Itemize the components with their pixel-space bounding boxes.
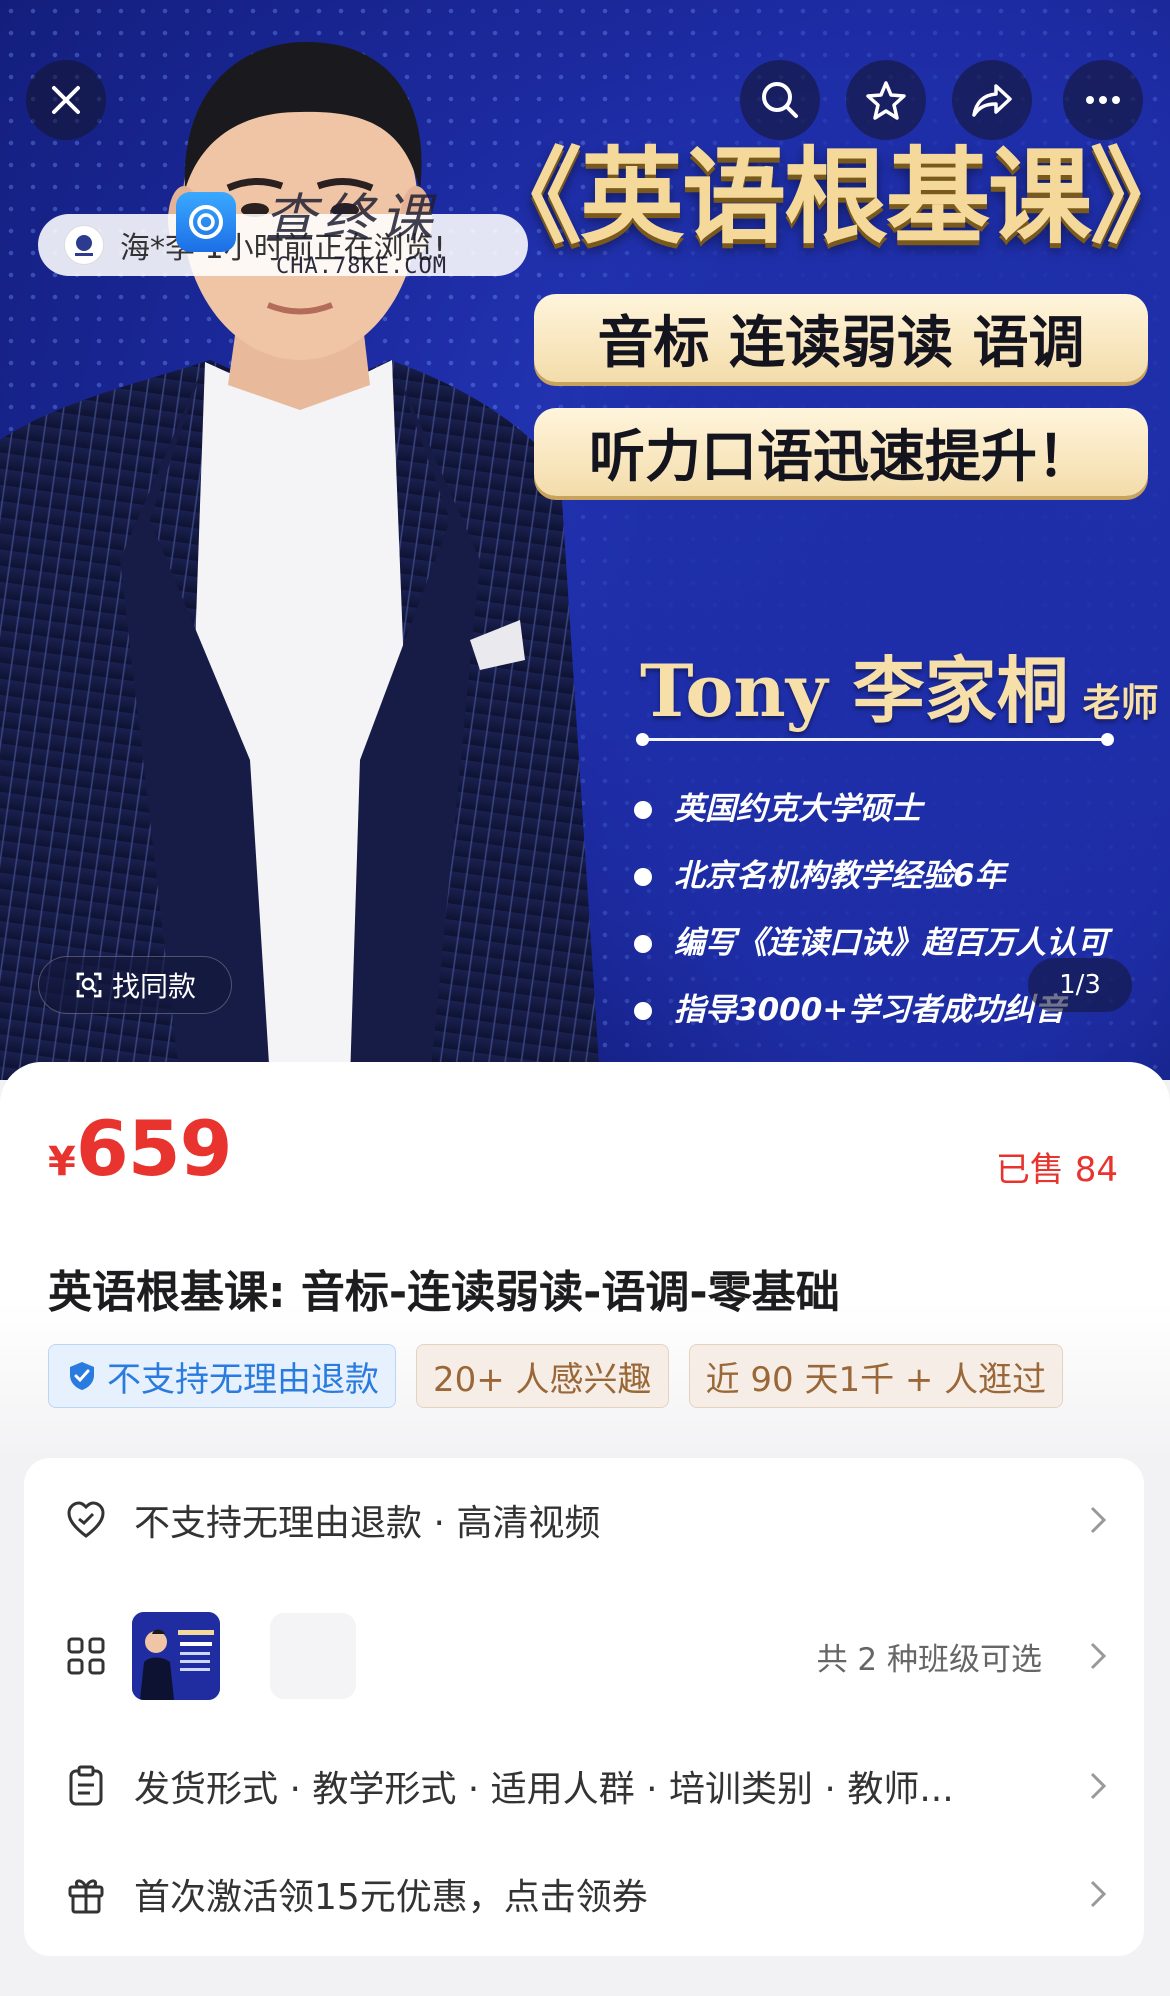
product-tags: 不支持无理由退款 20+ 人感兴趣 近 90 天1千 + 人逛过	[48, 1344, 1064, 1408]
product-title: 英语根基课: 音标-连读弱读-语调-零基础	[48, 1267, 840, 1318]
currency-symbol: ¥	[48, 1139, 76, 1185]
price-value: 659	[75, 1104, 233, 1193]
product-detail-card: 不支持无理由退款 · 高清视频 共 2 种班级可选 发货形式 · 教学形式 · …	[24, 1458, 1144, 1956]
class-options-count: 共 2 种班级可选	[816, 1641, 1042, 1678]
price: ¥659	[48, 1104, 232, 1193]
class-option-thumbnail[interactable]	[132, 1612, 220, 1700]
share-icon	[972, 84, 1012, 117]
tag-interest-count[interactable]: 20+ 人感兴趣	[416, 1344, 669, 1408]
grid-icon	[64, 1634, 108, 1678]
find-similar-label: 找同款	[111, 970, 196, 1003]
sold-count: 已售 84	[995, 1150, 1118, 1190]
brand-logo-icon	[75, 235, 93, 256]
image-page-indicator: 1/3	[1028, 958, 1132, 1012]
credential-item: 英国约克大学硕士	[634, 785, 1108, 852]
teacher-name-text: Tony 李家桐	[640, 648, 1069, 733]
product-info-sheet: ¥659 已售 84 英语根基课: 音标-连读弱读-语调-零基础 不支持无理由退…	[0, 1062, 1170, 1996]
find-similar-button[interactable]: 找同款	[38, 956, 232, 1014]
divider	[636, 733, 1114, 746]
teacher-name: Tony 李家桐 老师	[640, 632, 1159, 737]
tag-visit-count[interactable]: 近 90 天1千 + 人逛过	[688, 1344, 1064, 1408]
class-options-row[interactable]: 共 2 种班级可选	[24, 1608, 1144, 1704]
params-text: 发货形式 · 教学形式 · 适用人群 · 培训类别 · 教师...	[134, 1769, 954, 1810]
service-row[interactable]: 不支持无理由退款 · 高清视频	[24, 1472, 1144, 1568]
tag-no-refund[interactable]: 不支持无理由退款	[48, 1344, 396, 1408]
avatar	[64, 225, 104, 265]
teacher-title: 老师	[1082, 680, 1159, 725]
watermark-logo-icon	[176, 192, 236, 252]
chevron-right-icon	[1086, 1506, 1110, 1534]
banner-pill-slogan: 听力口语迅速提升！	[534, 408, 1148, 496]
shield-check-icon	[65, 1359, 99, 1393]
more-button[interactable]	[1063, 60, 1143, 140]
product-image-carousel[interactable]: 《英语根基课》 音标 连读弱读 语调 听力口语迅速提升！ Tony 李家桐 老师 …	[0, 0, 1170, 1080]
params-row[interactable]: 发货形式 · 教学形式 · 适用人群 · 培训类别 · 教师...	[24, 1738, 1144, 1834]
more-icon	[1086, 96, 1120, 104]
watermark-domain: CHA.78KE.COM	[276, 254, 447, 279]
close-button[interactable]	[26, 60, 106, 140]
heart-shield-icon	[64, 1498, 108, 1542]
chevron-right-icon	[1086, 1772, 1110, 1800]
clipboard-icon	[64, 1764, 108, 1808]
class-option-thumbnail-placeholder[interactable]	[270, 1613, 356, 1699]
gift-icon	[64, 1872, 108, 1916]
search-button[interactable]	[740, 60, 820, 140]
teacher-credentials-list: 英国约克大学硕士 北京名机构教学经验6年 编写《连读口诀》超百万人认可 指导30…	[634, 785, 1108, 1053]
watermark-text: 查终课	[264, 189, 439, 249]
banner-pill-topics: 音标 连读弱读 语调	[534, 294, 1148, 382]
chevron-right-icon	[1086, 1642, 1110, 1670]
star-icon	[866, 81, 906, 120]
service-text: 不支持无理由退款 · 高清视频	[134, 1503, 601, 1544]
course-title-banner: 《英语根基课》	[478, 135, 1170, 258]
favorite-button[interactable]	[846, 60, 926, 140]
scan-icon	[74, 970, 104, 1000]
chevron-right-icon	[1086, 1880, 1110, 1908]
share-button[interactable]	[952, 60, 1032, 140]
close-icon	[52, 86, 80, 114]
credential-item: 北京名机构教学经验6年	[634, 852, 1108, 919]
search-icon	[762, 82, 798, 118]
tag-label: 不支持无理由退款	[107, 1359, 379, 1400]
coupon-text: 首次激活领15元优惠，点击领券	[134, 1877, 648, 1918]
coupon-row[interactable]: 首次激活领15元优惠，点击领券	[24, 1846, 1144, 1942]
